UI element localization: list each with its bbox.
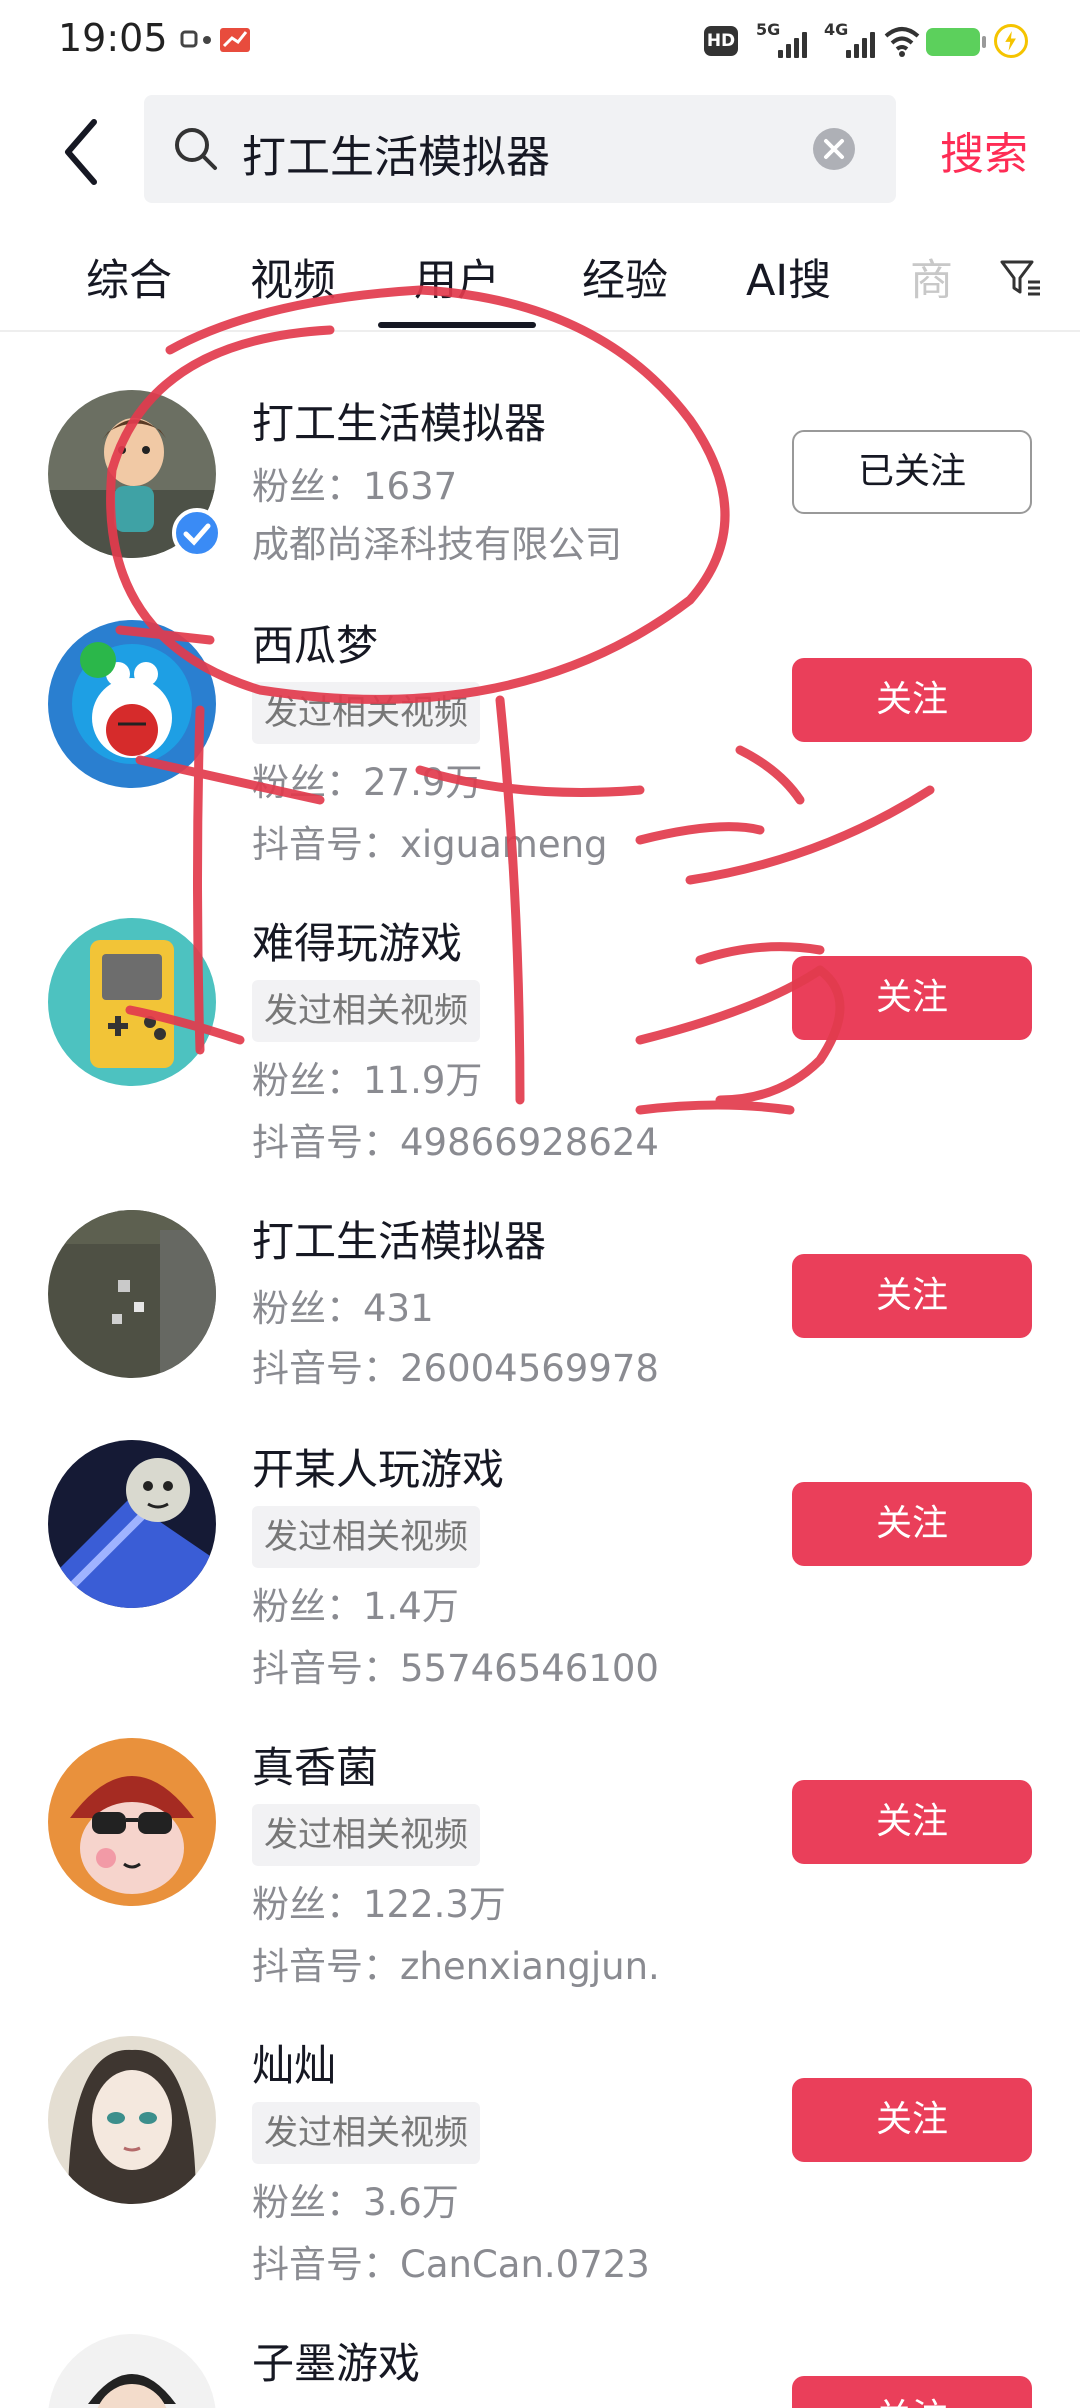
user-info: 抖音号：CanCan.0723	[252, 2243, 650, 2286]
search-input[interactable]: 打工生活模拟器	[144, 95, 896, 203]
fan-count: 粉丝：122.3万	[252, 1883, 506, 1926]
follow-button[interactable]: 关注	[792, 2376, 1032, 2408]
avatar[interactable]	[48, 1440, 216, 1608]
list-item[interactable]: 开某人玩游戏 发过相关视频 粉丝：1.4万 抖音号：55746546100 关注	[0, 1436, 1080, 1706]
signal-5g-icon: 5G	[756, 20, 816, 60]
user-info: 抖音号：49866928624	[252, 1121, 659, 1164]
avatar[interactable]	[48, 2036, 216, 2204]
related-video-tag: 发过相关视频	[252, 682, 480, 744]
fan-count: 粉丝：1.4万	[252, 1585, 459, 1628]
user-name: 真香菌	[252, 1743, 379, 1792]
fan-count: 粉丝：431	[252, 1287, 434, 1330]
battery-cap	[982, 36, 986, 48]
follow-button[interactable]: 关注	[792, 956, 1032, 1040]
follow-button[interactable]: 关注	[792, 658, 1032, 742]
search-query-text: 打工生活模拟器	[242, 132, 550, 183]
tab-comprehensive[interactable]: 综合	[86, 246, 172, 308]
search-icon	[175, 128, 217, 170]
fan-count: 粉丝：3.6万	[252, 2181, 459, 2224]
clear-icon[interactable]	[812, 127, 856, 171]
user-name: 灿灿	[252, 2041, 337, 2090]
notification-icons	[180, 28, 250, 52]
related-video-tag: 发过相关视频	[252, 1804, 480, 1866]
avatar[interactable]	[48, 620, 216, 788]
list-item[interactable]: 打工生活模拟器 粉丝：431 抖音号：26004569978 关注	[0, 1208, 1080, 1408]
related-video-tag: 发过相关视频	[252, 1506, 480, 1568]
tab-ai-search[interactable]: AI搜	[746, 246, 831, 308]
avatar[interactable]	[48, 2334, 216, 2408]
tab-bar: 综合 视频 用户 经验 AI搜 商	[0, 230, 1080, 330]
tab-experience[interactable]: 经验	[582, 246, 668, 308]
list-item[interactable]: 真香菌 发过相关视频 粉丝：122.3万 抖音号：zhenxiangjun. 关…	[0, 1734, 1080, 2004]
list-item[interactable]: 子墨游戏 关注	[0, 2330, 1080, 2408]
status-bar: 19:05 HD 5G 4G	[0, 0, 1080, 84]
tab-users[interactable]: 用户	[414, 246, 500, 308]
user-name: 开某人玩游戏	[252, 1445, 505, 1494]
hd-icon: HD	[704, 26, 738, 56]
follow-button[interactable]: 关注	[792, 2078, 1032, 2162]
following-button[interactable]: 已关注	[792, 430, 1032, 514]
tab-videos[interactable]: 视频	[250, 246, 336, 308]
verified-badge-icon	[172, 508, 222, 558]
user-info: 抖音号：26004569978	[252, 1347, 659, 1390]
battery-icon	[926, 28, 980, 56]
active-tab-indicator	[378, 322, 536, 328]
user-name: 打工生活模拟器	[252, 1217, 547, 1266]
fan-count: 粉丝：11.9万	[252, 1059, 483, 1102]
user-name: 打工生活模拟器	[252, 399, 547, 448]
user-info: 抖音号：xiguameng	[252, 823, 608, 866]
list-item[interactable]: 打工生活模拟器 粉丝：1637 成都尚泽科技有限公司 已关注	[0, 380, 1080, 580]
status-time: 19:05	[58, 16, 168, 60]
wifi-icon	[884, 27, 920, 57]
back-arrow-icon[interactable]	[58, 112, 108, 192]
user-info: 抖音号：zhenxiangjun.	[252, 1945, 660, 1988]
related-video-tag: 发过相关视频	[252, 2102, 480, 2164]
follow-button[interactable]: 关注	[792, 1254, 1032, 1338]
follow-button[interactable]: 关注	[792, 1482, 1032, 1566]
charging-icon	[994, 24, 1028, 58]
list-item[interactable]: 难得玩游戏 发过相关视频 粉丝：11.9万 抖音号：49866928624 关注	[0, 910, 1080, 1180]
fan-count: 粉丝：27.9万	[252, 761, 483, 804]
follow-button[interactable]: 关注	[792, 1780, 1032, 1864]
avatar[interactable]	[48, 1738, 216, 1906]
status-icons: HD 5G 4G	[704, 20, 1044, 64]
signal-4g-icon: 4G	[824, 20, 884, 60]
filter-icon[interactable]	[998, 256, 1042, 300]
search-button[interactable]: 搜索	[940, 118, 1028, 182]
tab-shop[interactable]: 商	[910, 246, 953, 308]
list-item[interactable]: 西瓜梦 发过相关视频 粉丝：27.9万 抖音号：xiguameng 关注	[0, 612, 1080, 882]
avatar[interactable]	[48, 918, 216, 1086]
user-info: 抖音号：55746546100	[252, 1647, 659, 1690]
fan-count: 粉丝：1637	[252, 465, 458, 508]
tab-divider	[0, 330, 1080, 332]
list-item[interactable]: 灿灿 发过相关视频 粉丝：3.6万 抖音号：CanCan.0723 关注	[0, 2032, 1080, 2302]
user-info: 成都尚泽科技有限公司	[252, 523, 622, 566]
user-name: 难得玩游戏	[252, 919, 463, 968]
avatar[interactable]	[48, 1210, 216, 1378]
user-name: 子墨游戏	[252, 2339, 421, 2388]
related-video-tag: 发过相关视频	[252, 980, 480, 1042]
user-name: 西瓜梦	[252, 621, 379, 670]
